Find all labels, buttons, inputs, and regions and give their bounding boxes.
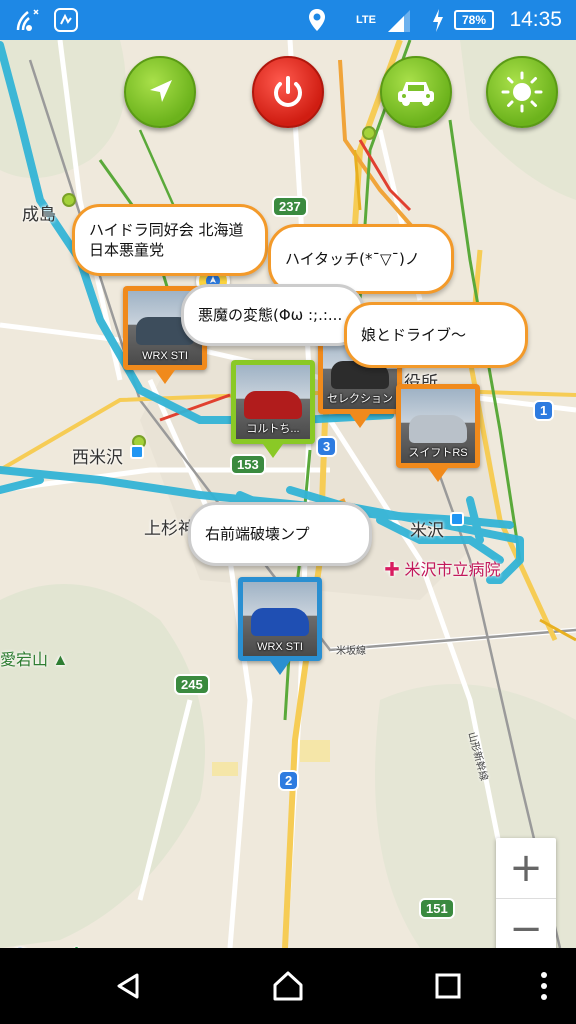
battery-level: 78% bbox=[454, 10, 494, 30]
car-photo: WRX STI bbox=[243, 582, 317, 656]
car-photo: スイフトRS bbox=[401, 389, 475, 463]
message-bubble-4[interactable]: 娘とドライブ～ bbox=[344, 302, 528, 368]
railway-yonesaka: 米坂線 bbox=[336, 646, 366, 657]
road-shield-245: 245 bbox=[174, 674, 210, 695]
map-roads bbox=[0, 40, 576, 948]
road-shield-3: 3 bbox=[316, 436, 338, 457]
road-shield-1: 1 bbox=[533, 400, 555, 421]
map-view[interactable]: 成島 西米沢 米沢 ✚ 米沢市立病院 愛宕山 ▲ 上杉神 役所 米坂線 山形新幹… bbox=[0, 40, 576, 948]
home-icon bbox=[273, 971, 303, 1001]
recents-icon bbox=[435, 973, 461, 999]
brightness-icon bbox=[501, 71, 543, 113]
place-narushima: 成島 bbox=[22, 205, 56, 224]
mountain-label: 愛宕山 bbox=[0, 652, 49, 669]
car-icon bbox=[398, 82, 434, 106]
battery-icon: 78% bbox=[454, 0, 494, 40]
overflow-menu-icon bbox=[541, 972, 547, 1000]
car-marker-4[interactable]: スイフトRS bbox=[396, 384, 480, 482]
overflow-menu-button[interactable] bbox=[520, 962, 568, 1010]
car-marker-label: スイフトRS bbox=[408, 447, 468, 459]
marker-pointer bbox=[155, 370, 175, 384]
marker-pointer bbox=[428, 468, 448, 482]
lte-icon: LTE bbox=[356, 14, 376, 26]
recents-button[interactable] bbox=[424, 962, 472, 1010]
zoom-controls: + − bbox=[496, 838, 556, 948]
clock: 14:35 bbox=[509, 8, 562, 31]
navigate-button[interactable] bbox=[124, 56, 196, 128]
station-marker-north bbox=[362, 126, 376, 140]
car-marker-label: コルトち... bbox=[246, 423, 300, 435]
message-bubble-3[interactable]: 悪魔の変態(Φω :;.:... bbox=[181, 284, 365, 346]
car-thumbnail-icon bbox=[251, 608, 309, 636]
message-bubble-1[interactable]: ハイドラ同好会 北海道 日本悪童党 bbox=[72, 204, 268, 276]
station-marker-narushima bbox=[62, 193, 76, 207]
place-hospital: ✚ 米沢市立病院 bbox=[384, 556, 500, 580]
marker-pointer bbox=[263, 444, 283, 458]
road-shield-153: 153 bbox=[230, 454, 266, 475]
car-marker-label: WRX STI bbox=[257, 641, 303, 653]
status-bar: LTE 78% 14:35 bbox=[0, 0, 576, 40]
bubble-text: 右前端破壊ンプ bbox=[205, 525, 310, 543]
car-photo: コルトち... bbox=[236, 365, 310, 439]
car-marker-label: セレクション bbox=[327, 393, 393, 405]
road-shield-151: 151 bbox=[419, 898, 455, 919]
marker-pointer bbox=[350, 414, 370, 428]
zoom-in-button[interactable]: + bbox=[496, 838, 556, 898]
station-icon-yonezawa bbox=[450, 512, 464, 526]
bubble-text: ハイタッチ(*¯▽¯)ノ bbox=[285, 250, 420, 268]
bubble-text: 悪魔の変態(Φω :;.:... bbox=[198, 306, 343, 324]
wifi-icon bbox=[14, 0, 42, 40]
car-thumbnail-icon bbox=[244, 391, 302, 419]
road-shield-237: 237 bbox=[272, 196, 308, 217]
bubble-text: 娘とドライブ～ bbox=[361, 326, 467, 344]
place-yonezawa: 米沢 bbox=[410, 521, 444, 540]
back-button[interactable] bbox=[104, 962, 152, 1010]
car-thumbnail-icon bbox=[409, 415, 467, 443]
station-icon bbox=[130, 445, 144, 459]
place-atagoyama: 愛宕山 ▲ bbox=[0, 646, 68, 670]
mountain-icon: ▲ bbox=[52, 652, 69, 669]
back-icon bbox=[117, 973, 139, 999]
charging-icon bbox=[430, 0, 446, 40]
bubble-text: ハイドラ同好会 北海道 日本悪童党 bbox=[89, 221, 259, 259]
marker-pointer bbox=[270, 661, 290, 675]
hospital-label: 米沢市立病院 bbox=[404, 562, 501, 579]
message-bubble-5[interactable]: 右前端破壊ンプ bbox=[188, 502, 372, 566]
place-nishiyonezawa: 西米沢 bbox=[72, 448, 123, 467]
brightness-button[interactable] bbox=[486, 56, 558, 128]
zoom-out-button[interactable]: − bbox=[496, 898, 556, 948]
app-notification-icon bbox=[52, 0, 80, 40]
car-marker-5[interactable]: WRX STI bbox=[238, 577, 322, 675]
home-button[interactable] bbox=[264, 962, 312, 1010]
location-icon bbox=[306, 0, 328, 40]
signal-icon bbox=[384, 0, 412, 40]
navigate-icon bbox=[150, 80, 172, 102]
hospital-icon: ✚ bbox=[384, 562, 401, 579]
power-icon bbox=[274, 76, 302, 107]
road-shield-2: 2 bbox=[278, 770, 300, 791]
power-button[interactable] bbox=[252, 56, 324, 128]
car-button[interactable] bbox=[380, 56, 452, 128]
app-screen: LTE 78% 14:35 成島 西米沢 米沢 ✚ 米沢市立病院 愛宕山 ▲ 上… bbox=[0, 0, 576, 1024]
car-marker-3[interactable]: コルトち... bbox=[231, 360, 315, 458]
navigation-bar bbox=[0, 948, 576, 1024]
car-marker-label: WRX STI bbox=[142, 350, 188, 362]
